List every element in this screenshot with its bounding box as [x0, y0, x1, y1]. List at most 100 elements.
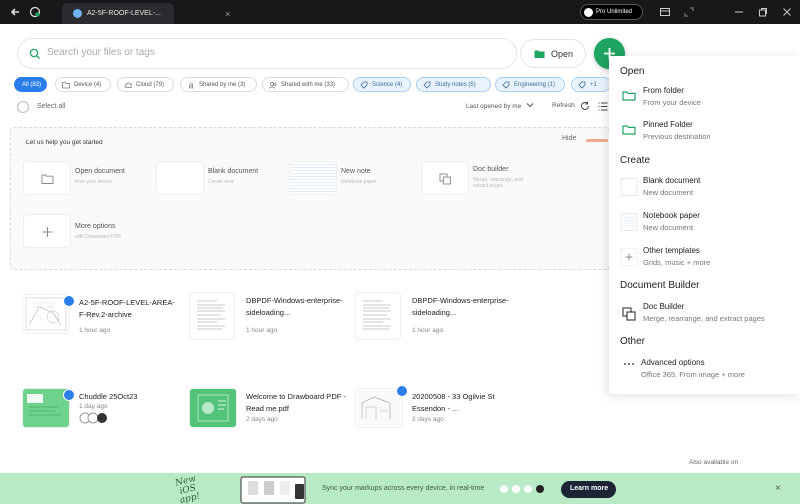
- file-card[interactable]: DBPDF-Windows-enterprise-sideloading... …: [356, 293, 516, 343]
- new-note-tile[interactable]: [289, 161, 337, 195]
- filter-chip-science[interactable]: Science (4): [353, 77, 411, 92]
- plan-badge-label: Pro Unlimited: [596, 9, 633, 15]
- tile-name: New note: [341, 168, 371, 175]
- tile-subtitle: Merge, rearrange, and extract pages: [473, 177, 523, 189]
- back-arrow-icon[interactable]: [9, 6, 21, 18]
- menu-item-label: From folder: [643, 86, 684, 95]
- select-all-label: Select all: [37, 103, 66, 110]
- filter-chip-device[interactable]: Device (4): [55, 77, 111, 92]
- new-ios-app-label: New iOS app!: [174, 473, 202, 504]
- restore-icon[interactable]: [757, 6, 769, 18]
- menu-item-subtitle: Previous destination: [643, 132, 711, 141]
- menu-section-open: Open: [620, 66, 645, 77]
- tag-icon: [578, 81, 586, 89]
- select-all-checkbox[interactable]: [17, 101, 29, 113]
- filter-chip-study-notes[interactable]: Study notes (5): [416, 77, 491, 92]
- tile-name: Open document: [75, 168, 125, 175]
- folder-open-icon: [622, 125, 636, 135]
- open-button[interactable]: Open: [520, 39, 586, 68]
- open-button-label: Open: [551, 49, 574, 59]
- copy-icon: [622, 307, 636, 321]
- doc-builder-tile[interactable]: [421, 161, 469, 195]
- file-card[interactable]: Chuddle 25Oct23 1 day ago: [23, 389, 193, 429]
- banner-text: Sync your markups across every device, i…: [322, 485, 485, 492]
- menu-item-other-templates[interactable]: Other templates Grids, music + more: [609, 246, 800, 272]
- filter-chip-label: Shared with me (33): [281, 82, 336, 88]
- blank-document-tile[interactable]: [156, 161, 204, 195]
- architecture-sketch-thumbnail: [358, 391, 400, 425]
- menu-item-from-folder[interactable]: From folder From your device: [609, 86, 800, 112]
- file-name: DBPDF-Windows-enterprise-sideloading...: [246, 296, 343, 317]
- ios-promo-banner: New iOS app! Sync your markups across ev…: [0, 473, 800, 504]
- filter-chip-label: +1: [590, 82, 597, 88]
- menu-item-advanced-options[interactable]: Advanced options Office 365, From image …: [609, 358, 800, 384]
- menu-section-document-builder: Document Builder: [620, 280, 700, 291]
- menu-item-subtitle: Merge, rearrange, and extract pages: [643, 314, 765, 323]
- app-logo-icon[interactable]: [29, 6, 41, 18]
- menu-item-subtitle: New document: [643, 223, 694, 232]
- filter-chip-cloud[interactable]: Cloud (79): [117, 77, 174, 92]
- folder-icon: [41, 174, 54, 184]
- menu-item-label: Blank document: [643, 176, 701, 185]
- tab-close-icon[interactable]: ×: [225, 9, 230, 19]
- hide-link[interactable]: Hide: [562, 135, 576, 142]
- search-input[interactable]: [47, 47, 327, 58]
- menu-item-pinned-folder[interactable]: Pinned Folder Previous destination: [609, 120, 800, 146]
- tile-name: More options: [75, 223, 116, 230]
- file-card[interactable]: 20200508 - 33 Ogilvie St Essendon - ... …: [356, 385, 516, 429]
- close-banner-icon[interactable]: ×: [775, 483, 781, 494]
- menu-item-notebook-paper[interactable]: Notebook paper New document: [609, 211, 800, 237]
- document-tab[interactable]: A2-5F-ROOF-LEVEL-... ×: [62, 3, 230, 24]
- file-card[interactable]: DBPDF-Windows-enterprise-sideloading... …: [190, 293, 350, 343]
- store-badge-icon: [512, 485, 520, 493]
- filter-chip-label: Study notes (5): [435, 82, 476, 88]
- card-icon[interactable]: [659, 6, 671, 18]
- menu-item-blank-document[interactable]: Blank document New document: [609, 176, 800, 202]
- hand-icon: [189, 82, 193, 89]
- people-icon: [269, 82, 277, 89]
- search-bar[interactable]: [17, 38, 517, 69]
- tag-icon: [360, 81, 368, 89]
- cloud-sync-icon: [63, 295, 75, 307]
- tile-name: Blank document: [208, 168, 259, 175]
- tag-icon: [423, 81, 431, 89]
- refresh-icon[interactable]: [580, 101, 590, 111]
- sort-label: Last opened by me: [466, 103, 522, 110]
- filter-chip-engineering[interactable]: Engineering (1): [495, 77, 565, 92]
- filter-chip-label: Shared by me (3): [199, 82, 246, 88]
- drawboard-logo-icon: [584, 8, 593, 17]
- menu-item-label: Pinned Folder: [643, 120, 693, 129]
- folder-open-icon: [534, 50, 545, 58]
- sort-dropdown[interactable]: Last opened by me: [466, 102, 534, 110]
- close-window-icon[interactable]: [781, 6, 793, 18]
- more-options-tile[interactable]: [23, 214, 71, 248]
- tab-title: A2-5F-ROOF-LEVEL-...: [87, 10, 161, 17]
- list-view-icon[interactable]: [598, 102, 608, 111]
- menu-item-doc-builder[interactable]: Doc Builder Merge, rearrange, and extrac…: [609, 302, 800, 328]
- apple-icon: [536, 485, 544, 493]
- menu-item-subtitle: Grids, music + more: [643, 258, 711, 267]
- learn-more-label: Learn more: [570, 485, 609, 492]
- tile-subtitle: with Drawboard PDF: [75, 234, 122, 240]
- filter-chip-all[interactable]: All (83): [14, 77, 47, 92]
- open-document-tile[interactable]: [23, 161, 71, 195]
- menu-item-label: Notebook paper: [643, 211, 700, 220]
- menu-item-label: Doc Builder: [643, 302, 685, 311]
- filter-chip-shared-by-me[interactable]: Shared by me (3): [180, 77, 257, 92]
- filter-chip-more[interactable]: +1: [571, 77, 611, 92]
- tile-subtitle: Notebook paper: [341, 179, 377, 185]
- plan-badge[interactable]: Pro Unlimited: [580, 4, 643, 20]
- file-card[interactable]: Welcome to Drawboard PDF - Read me.pdf 2…: [190, 389, 350, 429]
- refresh-label[interactable]: Refresh: [552, 102, 575, 109]
- fullscreen-icon[interactable]: [683, 6, 695, 18]
- file-date: 1 hour ago: [79, 327, 111, 334]
- store-badge-icon: [500, 485, 508, 493]
- file-card[interactable]: A2-5F-ROOF-LEVEL-AREA-F-Rev.2-archive 1 …: [23, 295, 193, 345]
- learn-more-button[interactable]: Learn more: [561, 481, 616, 498]
- search-icon: [29, 48, 40, 59]
- store-badge-icon: [524, 485, 532, 493]
- file-name: Welcome to Drawboard PDF - Read me.pdf: [246, 392, 346, 413]
- minimize-icon[interactable]: [733, 6, 745, 18]
- filter-chip-shared-with-me[interactable]: Shared with me (33): [262, 77, 349, 92]
- collaborator-avatars: [79, 412, 107, 424]
